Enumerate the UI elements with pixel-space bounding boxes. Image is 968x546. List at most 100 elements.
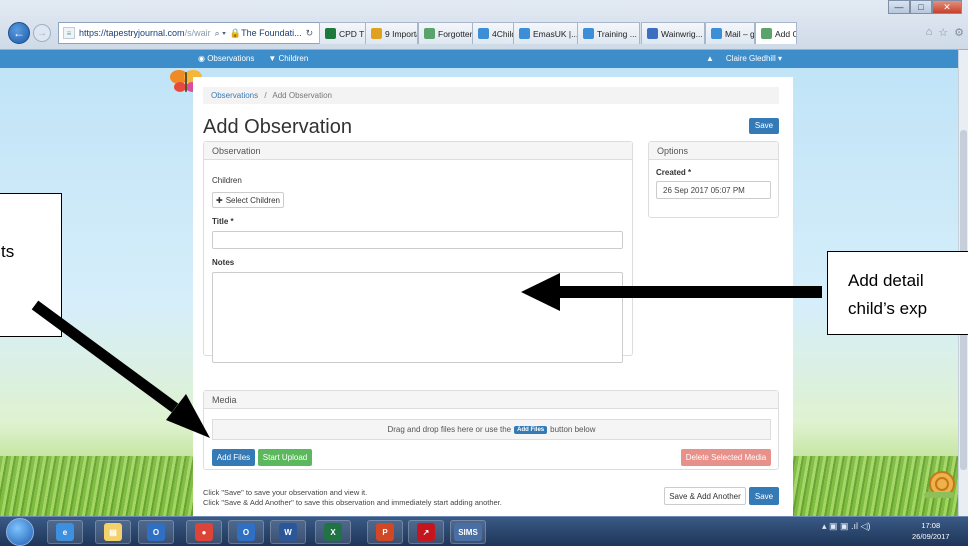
- favorites-star-icon[interactable]: ☆: [938, 26, 948, 39]
- clock-date: 26/09/2017: [912, 532, 950, 541]
- maximize-button[interactable]: □: [910, 0, 932, 14]
- tab-label: EmasUK |...: [533, 28, 578, 39]
- tab-label: Mail – gle...: [725, 28, 755, 39]
- breadcrumb: Observations / Add Observation: [203, 87, 779, 104]
- media-heading: Media: [204, 391, 778, 409]
- bell-icon[interactable]: ▲: [706, 54, 714, 63]
- taskbar-app-ie-icon[interactable]: e: [47, 520, 83, 544]
- app-glyph-icon: ▤: [104, 523, 122, 541]
- dropzone-text-2: button below: [550, 425, 596, 434]
- observation-heading: Observation: [204, 142, 632, 160]
- refresh-icon[interactable]: ↻: [306, 28, 314, 39]
- options-heading: Options: [649, 142, 778, 160]
- window-controls: — □ ✕: [888, 0, 962, 14]
- browser-tab[interactable]: 4Children...: [472, 22, 514, 44]
- notes-textarea[interactable]: [212, 272, 623, 363]
- tab-label: Wainwrig...: [661, 28, 703, 39]
- tab-label: CPD TRA...: [339, 28, 365, 39]
- tab-favicon-icon: [478, 28, 489, 39]
- app-glyph-icon: O: [147, 523, 165, 541]
- taskbar-clock[interactable]: 17:08 26/09/2017: [912, 520, 950, 542]
- system-tray[interactable]: ▴ ▣ ▣ .ıl ◁): [822, 521, 870, 532]
- user-menu[interactable]: Claire Gledhill ▾: [726, 54, 782, 63]
- browser-tab[interactable]: Add O...×: [755, 22, 797, 44]
- save-and-add-another-button[interactable]: Save & Add Another: [664, 487, 746, 505]
- add-files-button[interactable]: Add Files: [212, 449, 255, 466]
- browser-tab[interactable]: 9 Importa...: [365, 22, 418, 44]
- taskbar-app-chrome-icon[interactable]: ●: [186, 520, 222, 544]
- tab-favicon-icon: [583, 28, 594, 39]
- help-line-1: Click "Save" to save your observation an…: [203, 488, 368, 497]
- browser-tab[interactable]: Forgotten...: [418, 22, 473, 44]
- select-children-button[interactable]: ✚ Select Children: [212, 192, 284, 208]
- tab-favicon-icon: [711, 28, 722, 39]
- browser-tab[interactable]: EmasUK |...: [513, 22, 578, 44]
- forward-button[interactable]: →: [33, 24, 51, 42]
- created-label: Created *: [656, 168, 692, 177]
- back-arrow-icon: ←: [13, 26, 25, 40]
- title-label: Title *: [212, 217, 234, 226]
- left-callout-text: ts: [1, 242, 15, 261]
- tab-favicon-icon: [371, 28, 382, 39]
- file-dropzone[interactable]: Drag and drop files here or use the Add …: [212, 419, 771, 440]
- app-glyph-icon: O: [237, 523, 255, 541]
- url-main: https://tapestryjournal.com: [79, 28, 185, 38]
- browser-tab[interactable]: Wainwrig...: [641, 22, 705, 44]
- taskbar-app-excel-icon[interactable]: X: [315, 520, 351, 544]
- taskbar-app-pdf-icon[interactable]: ↗: [408, 520, 444, 544]
- tab-label: 4Children...: [492, 28, 514, 39]
- home-icon[interactable]: ⌂: [926, 26, 933, 39]
- breadcrumb-observations[interactable]: Observations: [211, 91, 258, 100]
- help-line-2: Click "Save & Add Another" to save this …: [203, 498, 502, 507]
- created-input[interactable]: 26 Sep 2017 05:07 PM: [656, 181, 771, 199]
- delete-selected-media-button[interactable]: Delete Selected Media: [681, 449, 771, 466]
- minimize-button[interactable]: —: [888, 0, 910, 14]
- select-children-label: Select Children: [225, 195, 280, 205]
- app-navbar: ◉ Observations ▼ Children ▲ Claire Gledh…: [0, 50, 958, 68]
- url-rest: /s/wair: [184, 28, 211, 38]
- nav-children[interactable]: ▼ Children: [268, 54, 308, 63]
- save-button-top[interactable]: Save: [749, 118, 779, 134]
- browser-tab[interactable]: Training ...: [577, 22, 640, 44]
- clock-time: 17:08: [921, 521, 941, 530]
- address-controls[interactable]: ⌕ ▾: [215, 28, 226, 39]
- breadcrumb-separator: /: [264, 91, 267, 100]
- nav-observations[interactable]: ◉ Observations: [198, 54, 254, 63]
- snail-decoration: [924, 471, 955, 498]
- settings-gear-icon[interactable]: ⚙: [954, 26, 964, 39]
- browser-tab[interactable]: CPD TRA...: [319, 22, 366, 44]
- tab-label: Training ...: [597, 28, 637, 39]
- app-glyph-icon: e: [56, 523, 74, 541]
- right-callout-box: Add detail child’s exp: [827, 251, 968, 335]
- start-button[interactable]: [6, 518, 34, 546]
- taskbar-app-powerpoint-icon[interactable]: P: [367, 520, 403, 544]
- back-button[interactable]: ←: [8, 22, 30, 44]
- browser-chrome: — □ ✕ ← → ≡ https://tapestryjournal.com …: [0, 0, 968, 50]
- tab-label: Add O...: [775, 28, 796, 39]
- close-window-button[interactable]: ✕: [932, 0, 962, 14]
- tab-favicon-icon: [424, 28, 435, 39]
- browser-tab[interactable]: Mail – gle...: [705, 22, 755, 44]
- site-favicon-icon: ≡: [63, 27, 75, 39]
- page-viewport: ◉ Observations ▼ Children ▲ Claire Gledh…: [0, 50, 968, 516]
- app-glyph-icon: SIMS: [454, 523, 482, 541]
- start-upload-button[interactable]: Start Upload: [258, 449, 312, 466]
- taskbar-app-folder-icon[interactable]: ▤: [95, 520, 131, 544]
- app-glyph-icon: X: [324, 523, 342, 541]
- taskbar-app-outlook-icon[interactable]: O: [138, 520, 174, 544]
- breadcrumb-current: Add Observation: [272, 91, 332, 100]
- address-bar[interactable]: ≡ https://tapestryjournal.com /s/wair ⌕ …: [58, 22, 320, 44]
- plus-circle-icon: ✚: [216, 195, 223, 205]
- title-input[interactable]: [212, 231, 623, 249]
- save-help-text: Click "Save" to save your observation an…: [203, 488, 502, 508]
- taskbar-app-outlook-icon[interactable]: O: [228, 520, 264, 544]
- observation-box: Observation Children ✚ Select Children T…: [203, 141, 633, 363]
- content-panel: Observations / Add Observation Add Obser…: [193, 77, 793, 516]
- right-callout-line-1: Add detail: [848, 271, 924, 290]
- forward-arrow-icon: →: [37, 27, 47, 39]
- taskbar-app-sims-icon[interactable]: SIMS: [450, 520, 486, 544]
- tab-favicon-icon: [519, 28, 530, 39]
- save-button-bottom[interactable]: Save: [749, 487, 779, 505]
- taskbar-app-word-icon[interactable]: W: [270, 520, 306, 544]
- dropzone-text-1: Drag and drop files here or use the: [387, 425, 512, 434]
